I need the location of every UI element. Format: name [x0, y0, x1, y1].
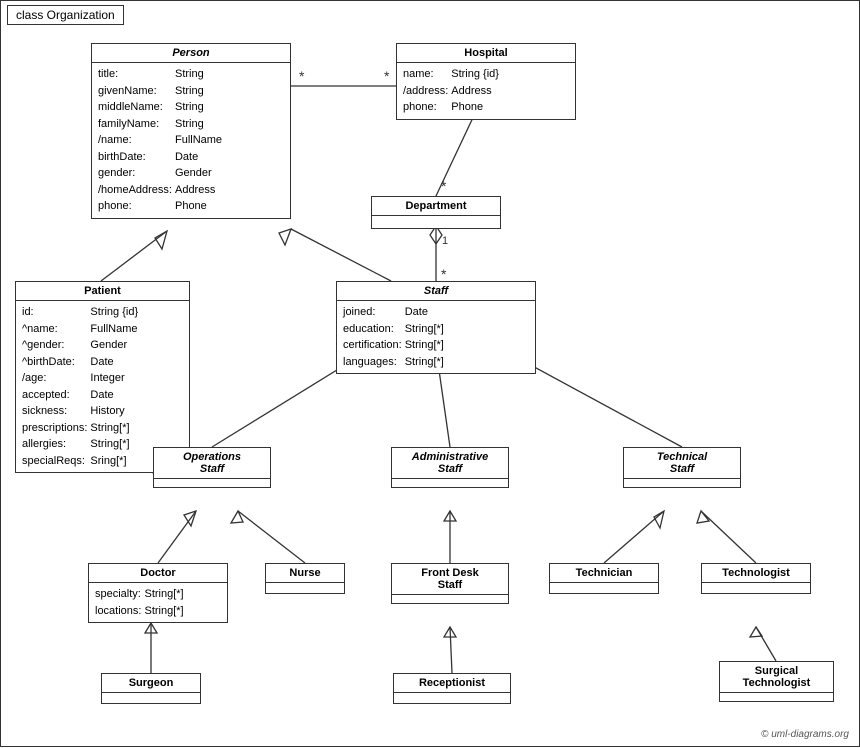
- administrative-staff-body: [392, 479, 508, 487]
- doctor-body: specialty:String[*] locations:String[*]: [89, 583, 227, 622]
- staff-class: Staff joined:Date education:String[*] ce…: [336, 281, 536, 374]
- surgeon-class: Surgeon: [101, 673, 201, 704]
- diagram-container: class Organization: [0, 0, 860, 747]
- receptionist-title: Receptionist: [394, 674, 510, 693]
- technician-class: Technician: [549, 563, 659, 594]
- operations-staff-class: Operations Staff: [153, 447, 271, 488]
- receptionist-body: [394, 693, 510, 703]
- svg-text:*: *: [384, 68, 390, 84]
- copyright: © uml-diagrams.org: [761, 729, 849, 740]
- staff-title: Staff: [337, 282, 535, 301]
- nurse-title: Nurse: [266, 564, 344, 583]
- hospital-body: name:String {id} /address:Address phone:…: [397, 63, 575, 119]
- administrative-staff-title: Administrative Staff: [392, 448, 508, 479]
- surgeon-body: [102, 693, 200, 703]
- front-desk-staff-class: Front Desk Staff: [391, 563, 509, 604]
- person-body: title:String givenName:String middleName…: [92, 63, 290, 218]
- nurse-body: [266, 583, 344, 593]
- technician-body: [550, 583, 658, 593]
- technologist-title: Technologist: [702, 564, 810, 583]
- patient-title: Patient: [16, 282, 189, 301]
- svg-text:1: 1: [442, 235, 448, 247]
- department-class: Department: [371, 196, 501, 229]
- nurse-class: Nurse: [265, 563, 345, 594]
- surgeon-title: Surgeon: [102, 674, 200, 693]
- staff-body: joined:Date education:String[*] certific…: [337, 301, 535, 373]
- operations-staff-body: [154, 479, 270, 487]
- technical-staff-body: [624, 479, 740, 487]
- person-class: Person title:String givenName:String mid…: [91, 43, 291, 219]
- front-desk-staff-title: Front Desk Staff: [392, 564, 508, 595]
- front-desk-staff-body: [392, 595, 508, 603]
- patient-class: Patient id:String {id} ^name:FullName ^g…: [15, 281, 190, 473]
- surgical-technologist-title: Surgical Technologist: [720, 662, 833, 693]
- technologist-class: Technologist: [701, 563, 811, 594]
- hospital-title: Hospital: [397, 44, 575, 63]
- department-body: [372, 216, 500, 228]
- diagram-title: class Organization: [7, 5, 124, 25]
- technical-staff-class: Technical Staff: [623, 447, 741, 488]
- doctor-title: Doctor: [89, 564, 227, 583]
- svg-text:*: *: [441, 266, 447, 282]
- person-title: Person: [92, 44, 290, 63]
- surgical-technologist-body: [720, 693, 833, 701]
- department-title: Department: [372, 197, 500, 216]
- operations-staff-title: Operations Staff: [154, 448, 270, 479]
- hospital-class: Hospital name:String {id} /address:Addre…: [396, 43, 576, 120]
- receptionist-class: Receptionist: [393, 673, 511, 704]
- doctor-class: Doctor specialty:String[*] locations:Str…: [88, 563, 228, 623]
- surgical-technologist-class: Surgical Technologist: [719, 661, 834, 702]
- technologist-body: [702, 583, 810, 593]
- technician-title: Technician: [550, 564, 658, 583]
- technical-staff-title: Technical Staff: [624, 448, 740, 479]
- administrative-staff-class: Administrative Staff: [391, 447, 509, 488]
- svg-text:*: *: [441, 178, 447, 194]
- svg-text:*: *: [299, 68, 305, 84]
